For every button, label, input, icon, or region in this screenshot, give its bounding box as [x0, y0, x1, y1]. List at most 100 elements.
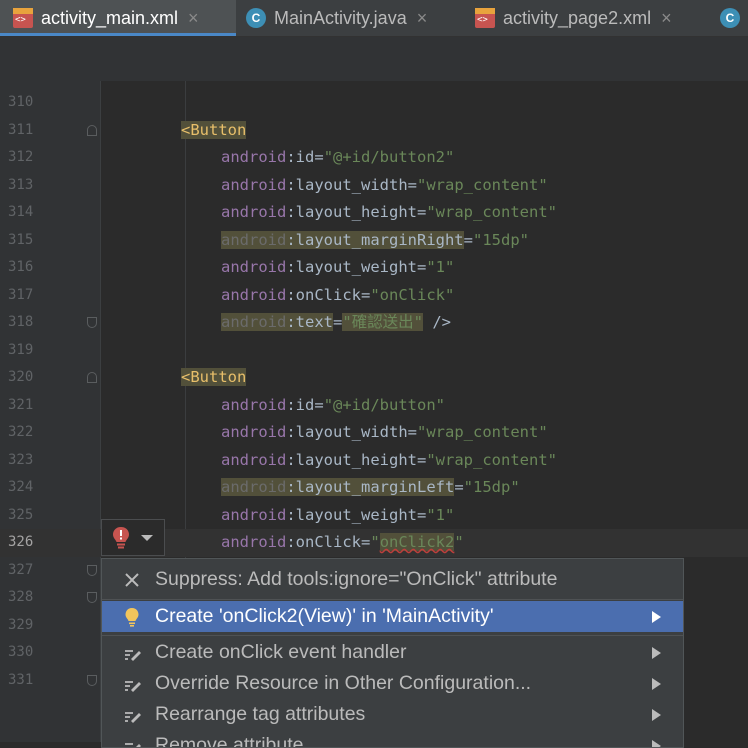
line-number: 330: [8, 644, 34, 660]
attribute-local-name: layout_weight: [295, 505, 417, 524]
fold-marker-icon[interactable]: [87, 372, 97, 383]
code-line[interactable]: 311 <Button: [0, 117, 748, 145]
tag-bracket: <: [181, 120, 191, 139]
attribute-name: android:layout_height: [221, 203, 417, 221]
attribute-value: "15dp": [473, 230, 529, 249]
close-icon[interactable]: ×: [417, 8, 428, 29]
code-line[interactable]: 312 android:id="@+id/button2": [0, 144, 748, 172]
namespace-prefix: android: [221, 450, 287, 469]
line-number: 316: [8, 259, 34, 275]
code-text: android:id="@+id/button": [221, 392, 445, 420]
punctuation: =: [361, 533, 371, 551]
code-text: android:layout_marginRight="15dp": [221, 227, 529, 255]
xml-file-icon: <>: [475, 8, 495, 28]
code-line[interactable]: 316 android:layout_weight="1": [0, 254, 748, 282]
code-line[interactable]: 314 android:layout_height="wrap_content": [0, 199, 748, 227]
line-number: 329: [8, 616, 34, 633]
attribute-name: android:layout_weight: [221, 258, 417, 276]
line-number: 328: [8, 589, 34, 605]
code-text: android:layout_marginLeft="15dp": [221, 474, 520, 502]
code-text: android:layout_height="wrap_content": [221, 447, 557, 475]
punctuation: :: [286, 423, 296, 441]
create-onclick2-menu-item[interactable]: Create 'onClick2(View)' in 'MainActivity…: [102, 601, 683, 632]
namespace-prefix: android: [221, 478, 287, 496]
close-icon[interactable]: ×: [661, 8, 672, 29]
punctuation: :: [286, 505, 296, 524]
suppress-menu-item[interactable]: Suppress: Add tools:ignore="OnClick" att…: [102, 564, 683, 595]
punctuation: :: [286, 533, 296, 551]
line-number: 312: [8, 149, 34, 165]
code-line[interactable]: 313 android:layout_width="wrap_content": [0, 172, 748, 200]
remove-attribute-menu-item[interactable]: Remove attribute: [102, 730, 683, 748]
attribute-name: android:layout_width: [221, 423, 408, 441]
attribute-local-name: layout_width: [295, 175, 408, 194]
override-resource-menu-item[interactable]: Override Resource in Other Configuration…: [102, 668, 683, 699]
attribute-local-name: text: [295, 313, 333, 331]
attribute-local-name: id: [295, 395, 315, 414]
code-line[interactable]: 315 android:layout_marginRight="15dp": [0, 227, 748, 255]
attribute-name: android:layout_width: [221, 176, 408, 194]
rearrange-attributes-menu-item[interactable]: Rearrange tag attributes: [102, 699, 683, 730]
punctuation: =: [463, 230, 473, 249]
fold-marker-icon[interactable]: [87, 674, 97, 686]
string-quote: ": [370, 533, 380, 551]
line-number: 318: [8, 314, 34, 330]
attribute-name: android:id: [221, 396, 314, 414]
create-onclick-handler-menu-item[interactable]: Create onClick event handler: [102, 637, 683, 668]
code-line[interactable]: 319: [0, 337, 748, 365]
namespace-prefix: android: [221, 258, 287, 276]
code-line[interactable]: 324 android:layout_marginLeft="15dp": [0, 474, 748, 502]
line-number: 327: [8, 561, 34, 578]
punctuation: :: [286, 230, 296, 249]
submenu-arrow-icon: [652, 611, 661, 623]
punctuation: :: [286, 313, 296, 331]
tag-highlight: <Button: [181, 120, 247, 139]
namespace-prefix: android: [221, 533, 287, 551]
attribute-local-name: layout_weight: [295, 258, 417, 276]
code-line[interactable]: 322 android:layout_width="wrap_content": [0, 419, 748, 447]
line-number: 325: [8, 506, 34, 523]
tab-mainactivity-java[interactable]: C MainActivity.java ×: [246, 0, 427, 36]
line-number: 319: [8, 341, 34, 358]
attribute-value: "wrap_content": [417, 175, 548, 194]
tab-overflow[interactable]: C: [720, 0, 748, 36]
punctuation: :: [286, 478, 296, 496]
code-text: android:layout_weight="1": [221, 254, 454, 282]
lightbulb-icon: [125, 608, 139, 627]
code-text: android:layout_width="wrap_content": [221, 172, 548, 200]
edit-icon: [125, 650, 141, 661]
tab-activity-page2-xml[interactable]: <> activity_page2.xml ×: [475, 0, 672, 36]
line-number: 317: [8, 286, 34, 303]
namespace-prefix: android: [221, 203, 287, 221]
punctuation: :: [286, 203, 296, 221]
menu-item-label: Create onClick event handler: [155, 641, 407, 663]
fold-marker-icon[interactable]: [87, 317, 97, 328]
breadcrumb-strip: [0, 37, 748, 81]
code-line[interactable]: 318 android:text="確認送出" />: [0, 309, 748, 337]
code-text: android:onClick="onClick2": [221, 529, 464, 557]
close-icon[interactable]: ×: [188, 8, 199, 29]
namespace-prefix: android: [221, 175, 287, 194]
tab-activity-main-xml[interactable]: <> activity_main.xml ×: [0, 0, 236, 36]
namespace-prefix: android: [221, 285, 287, 304]
submenu-arrow-icon: [652, 740, 661, 747]
line-number: 322: [8, 424, 34, 440]
code-line[interactable]: 323 android:layout_height="wrap_content": [0, 447, 748, 475]
fold-marker-icon[interactable]: [87, 564, 97, 576]
attribute-local-name: layout_width: [295, 423, 408, 441]
intention-actions-popup: Suppress: Add tools:ignore="OnClick" att…: [101, 558, 684, 748]
code-line[interactable]: 320 <Button: [0, 364, 748, 392]
class-icon: C: [720, 8, 740, 28]
code-line[interactable]: 321 android:id="@+id/button": [0, 392, 748, 420]
string-quote: ": [454, 533, 464, 551]
tag-bracket: <: [181, 368, 191, 386]
code-line[interactable]: 317 android:onClick="onClick": [0, 282, 748, 310]
fold-marker-icon[interactable]: [87, 592, 97, 603]
intention-actions-button[interactable]: [101, 519, 165, 556]
attribute-name: android:onClick: [221, 286, 361, 304]
menu-item-label: Remove attribute: [155, 734, 304, 748]
edit-icon: [125, 681, 141, 692]
code-line[interactable]: 310: [0, 89, 748, 117]
fold-marker-icon[interactable]: [87, 124, 97, 136]
attribute-name: android:onClick: [221, 533, 361, 551]
